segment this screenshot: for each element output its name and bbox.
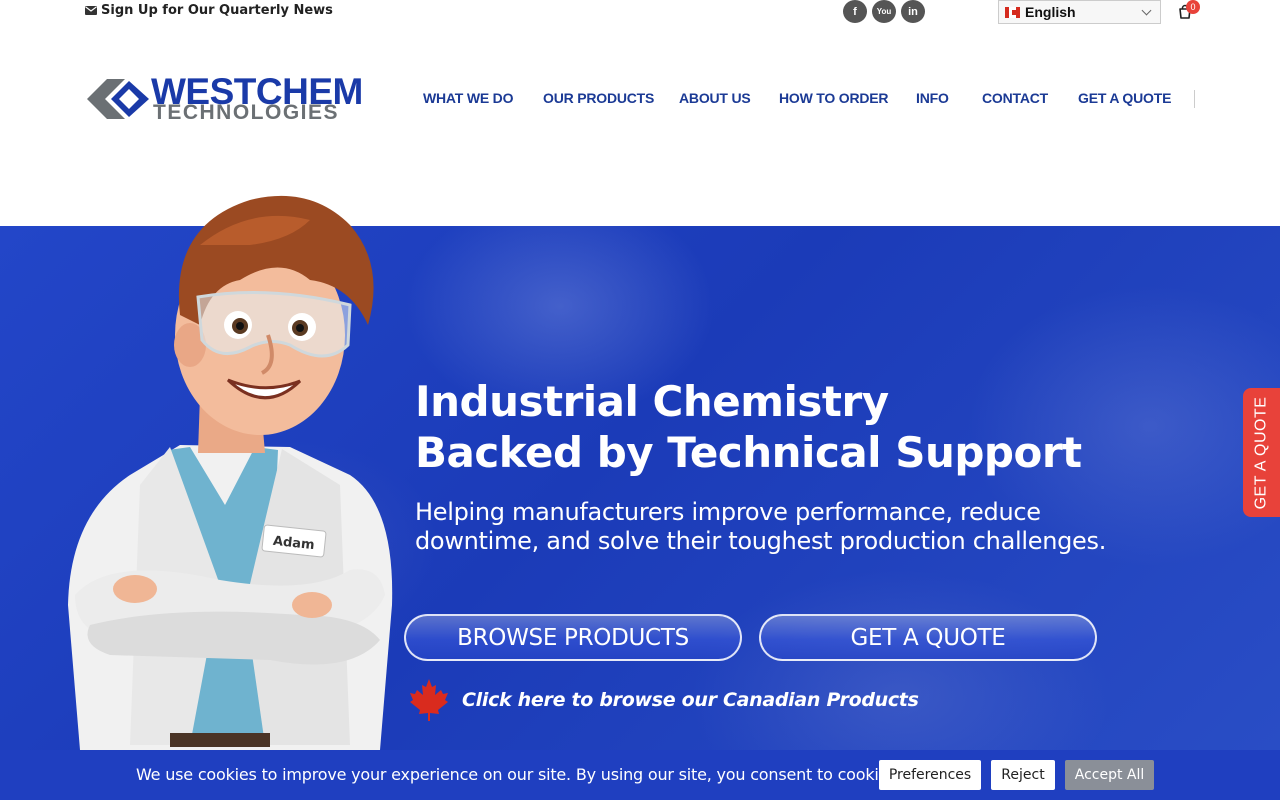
language-select[interactable]: English: [998, 0, 1161, 24]
browse-products-button[interactable]: BROWSE PRODUCTS: [404, 614, 742, 661]
chevron-down-icon: [1141, 5, 1152, 16]
nav-what-we-do[interactable]: WHAT WE DO: [423, 90, 513, 106]
cookie-accept-all-button[interactable]: Accept All: [1065, 760, 1154, 790]
canadian-products-label: Click here to browse our Canadian Produc…: [462, 689, 919, 711]
linkedin-icon[interactable]: in: [901, 0, 925, 23]
hero-title: Industrial Chemistry Backed by Technical…: [415, 376, 1175, 478]
nav-about-us[interactable]: ABOUT US: [679, 90, 751, 106]
nav-info[interactable]: INFO: [916, 90, 949, 106]
side-get-a-quote-tab[interactable]: GET A QUOTE: [1243, 388, 1280, 517]
nav-our-products[interactable]: OUR PRODUCTS: [543, 90, 654, 106]
cookie-reject-button[interactable]: Reject: [991, 760, 1055, 790]
get-a-quote-button[interactable]: GET A QUOTE: [759, 614, 1097, 661]
nav-get-a-quote[interactable]: GET A QUOTE: [1078, 90, 1171, 106]
cart-count-badge: 0: [1186, 0, 1200, 14]
side-tab-label: GET A QUOTE: [1252, 396, 1270, 509]
nav-contact[interactable]: CONTACT: [982, 90, 1048, 106]
newsletter-signup-link[interactable]: Sign Up for Our Quarterly News: [85, 3, 333, 18]
youtube-icon[interactable]: You: [872, 0, 896, 23]
envelope-icon: [85, 6, 97, 15]
hero-title-line1: Industrial Chemistry: [415, 377, 889, 426]
hero-subtitle-line2: downtime, and solve their toughest produ…: [415, 527, 1107, 555]
nav-divider: [1194, 90, 1195, 108]
westchem-logo[interactable]: WESTCHEM TECHNOLOGIES: [85, 73, 387, 124]
cookie-message: We use cookies to improve your experienc…: [136, 765, 902, 784]
top-bar: Sign Up for Our Quarterly News f You in …: [0, 0, 1280, 24]
hero-subtitle-line1: Helping manufacturers improve performanc…: [415, 498, 1041, 526]
canada-flag-icon: [1005, 6, 1020, 18]
maple-leaf-icon: [410, 679, 448, 721]
language-label: English: [1025, 4, 1076, 20]
logo-mark-icon: [87, 79, 149, 119]
scientist-mascot-illustration: Adam: [68, 195, 393, 750]
canadian-products-link[interactable]: Click here to browse our Canadian Produc…: [408, 678, 919, 722]
nav-how-to-order[interactable]: HOW TO ORDER: [779, 90, 889, 106]
cookie-consent-bar: We use cookies to improve your experienc…: [0, 750, 1280, 800]
cookie-preferences-button[interactable]: Preferences: [879, 760, 981, 790]
hero-title-line2: Backed by Technical Support: [415, 428, 1082, 477]
logo-line2: TECHNOLOGIES: [153, 101, 340, 124]
newsletter-label: Sign Up for Our Quarterly News: [101, 3, 333, 18]
facebook-icon[interactable]: f: [843, 0, 867, 23]
hero-subtitle: Helping manufacturers improve performanc…: [415, 498, 1175, 556]
